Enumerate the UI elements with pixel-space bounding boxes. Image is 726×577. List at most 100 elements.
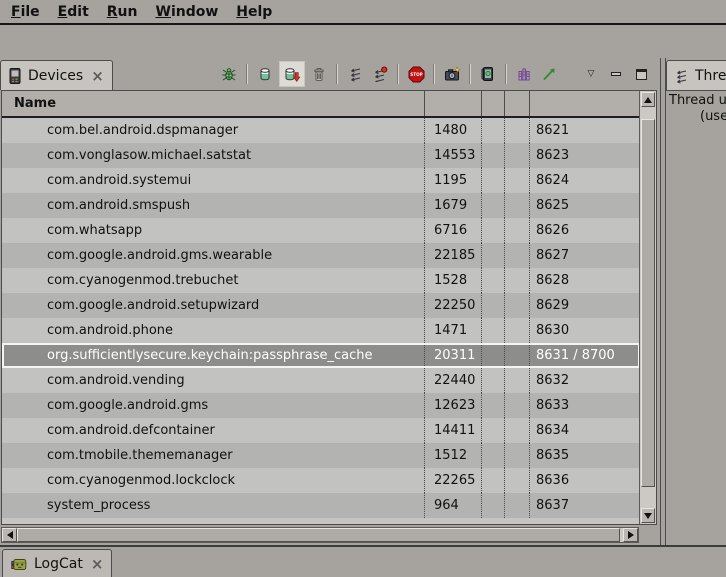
debug-attach-button[interactable]: [218, 61, 240, 87]
capture-system-info-button[interactable]: [513, 61, 535, 87]
table-body: com.bel.android.dspmanager14808621com.vo…: [2, 118, 640, 518]
green-arrow-icon: [541, 66, 557, 82]
logcat-pane: LogCat ×: [0, 545, 726, 575]
garbage-collect-trash-icon: [311, 66, 327, 82]
cell-a: [481, 193, 504, 218]
close-icon[interactable]: ×: [91, 69, 104, 83]
cell-pid: 22250: [424, 293, 481, 318]
tab-threads[interactable]: Threads: [666, 60, 726, 90]
cell-a: [481, 118, 504, 143]
cell-b: [504, 143, 529, 168]
process-row[interactable]: com.whatsapp67168626: [2, 218, 640, 243]
process-row[interactable]: com.google.android.gms126238633: [2, 393, 640, 418]
dump-hprof-button[interactable]: [279, 61, 305, 87]
process-row[interactable]: com.android.systemui11958624: [2, 168, 640, 193]
process-row[interactable]: com.android.phone14718630: [2, 318, 640, 343]
scroll-right-button[interactable]: [623, 528, 638, 542]
column-header-port[interactable]: [529, 91, 640, 116]
menu-edit[interactable]: Edit: [49, 4, 98, 20]
logcat-cat-icon: [11, 556, 28, 572]
scroll-up-button[interactable]: [641, 92, 655, 107]
cell-b: [504, 343, 529, 368]
column-header-blank1[interactable]: [481, 91, 504, 116]
vertical-scroll-thumb[interactable]: [641, 119, 655, 487]
update-heap-button[interactable]: [254, 61, 276, 87]
start-method-profiling-button[interactable]: [369, 61, 391, 87]
tab-logcat[interactable]: LogCat ×: [2, 549, 112, 577]
cell-b: [504, 443, 529, 468]
process-row[interactable]: com.google.android.gms.wearable221858627: [2, 243, 640, 268]
tab-threads-label: Threads: [695, 68, 726, 84]
start-tracing-button[interactable]: [538, 61, 560, 87]
close-icon[interactable]: ×: [91, 557, 104, 571]
cause-gc-button[interactable]: [308, 61, 330, 87]
stop-process-button[interactable]: STOP: [405, 61, 427, 87]
view-menu-button[interactable]: ▽: [580, 61, 602, 87]
process-row[interactable]: com.android.smspush1679 8625: [2, 193, 640, 218]
menu-file[interactable]: File: [2, 4, 49, 20]
cell-name: com.google.android.gms: [2, 393, 424, 418]
cell-port: 8637: [529, 493, 640, 518]
cell-a: [481, 293, 504, 318]
toolbar-separator: [246, 64, 248, 84]
tab-devices-label: Devices: [28, 68, 83, 84]
cell-a: [481, 468, 504, 493]
dump-view-hierarchy-button[interactable]: [477, 61, 499, 87]
horizontal-scroll-thumb[interactable]: [17, 528, 620, 542]
process-row[interactable]: com.android.vending224408632: [2, 368, 640, 393]
cell-a: [481, 268, 504, 293]
cell-name: com.tmobile.thememanager: [2, 443, 424, 468]
process-row[interactable]: com.android.defcontainer144118634: [2, 418, 640, 443]
menu-bar: FileEditRunWindowHelp: [0, 0, 726, 25]
cell-pid: 1679: [424, 193, 481, 218]
horizontal-scrollbar[interactable]: [1, 527, 639, 543]
tab-devices[interactable]: Devices ×: [0, 60, 113, 90]
update-threads-button[interactable]: [344, 61, 366, 87]
process-row[interactable]: org.sufficientlysecure.keychain:passphra…: [2, 343, 640, 368]
toolbar-separator: [433, 64, 435, 84]
threads-panel: Threads Thread updates not enabled for s…: [666, 58, 726, 545]
devices-panel: Devices ×: [0, 58, 660, 545]
column-header-blank2[interactable]: [504, 91, 529, 116]
process-row[interactable]: system_process9648637: [2, 493, 640, 518]
scroll-down-button[interactable]: [641, 508, 655, 523]
process-row[interactable]: com.bel.android.dspmanager14808621: [2, 118, 640, 143]
cell-name: com.android.smspush: [2, 193, 424, 218]
cell-pid: 22185: [424, 243, 481, 268]
vertical-scrollbar[interactable]: [639, 91, 656, 524]
cell-name: org.sufficientlysecure.keychain:passphra…: [2, 343, 424, 368]
maximize-button[interactable]: [630, 61, 652, 87]
process-row[interactable]: com.cyanogenmod.trebuchet15288628: [2, 268, 640, 293]
process-row[interactable]: com.google.android.setupwizard222508629: [2, 293, 640, 318]
dump-hprof-icon: [283, 66, 301, 82]
menu-window[interactable]: Window: [146, 4, 227, 20]
threads-tabrow: Threads: [666, 58, 726, 90]
cell-port: 8625: [529, 193, 640, 218]
cell-b: [504, 118, 529, 143]
column-header-name[interactable]: Name: [2, 91, 424, 116]
update-threads-icon: [347, 66, 363, 82]
debug-bug-icon: [221, 66, 237, 82]
menu-help[interactable]: Help: [227, 4, 281, 20]
process-row[interactable]: com.tmobile.thememanager15128635: [2, 443, 640, 468]
cell-name: com.cyanogenmod.lockclock: [2, 468, 424, 493]
minimize-button[interactable]: [605, 61, 627, 87]
cell-pid: 1480: [424, 118, 481, 143]
menu-run[interactable]: Run: [98, 4, 147, 20]
process-row[interactable]: com.cyanogenmod.lockclock222658636: [2, 468, 640, 493]
cell-a: [481, 393, 504, 418]
screen-capture-button[interactable]: [441, 61, 463, 87]
scroll-left-button[interactable]: [2, 528, 17, 542]
table-filler: [2, 518, 640, 524]
cell-name: com.cyanogenmod.trebuchet: [2, 268, 424, 293]
cell-port: 8628: [529, 268, 640, 293]
process-row[interactable]: com.vonglasow.michael.satstat145538623: [2, 143, 640, 168]
cell-b: [504, 168, 529, 193]
cell-a: [481, 318, 504, 343]
chevron-down-icon: ▽: [588, 69, 595, 79]
tab-logcat-label: LogCat: [34, 556, 83, 572]
cell-name: com.android.systemui: [2, 168, 424, 193]
column-header-pid[interactable]: [424, 91, 481, 116]
toolbar-separator: [397, 64, 399, 84]
camera-icon: [444, 66, 461, 82]
